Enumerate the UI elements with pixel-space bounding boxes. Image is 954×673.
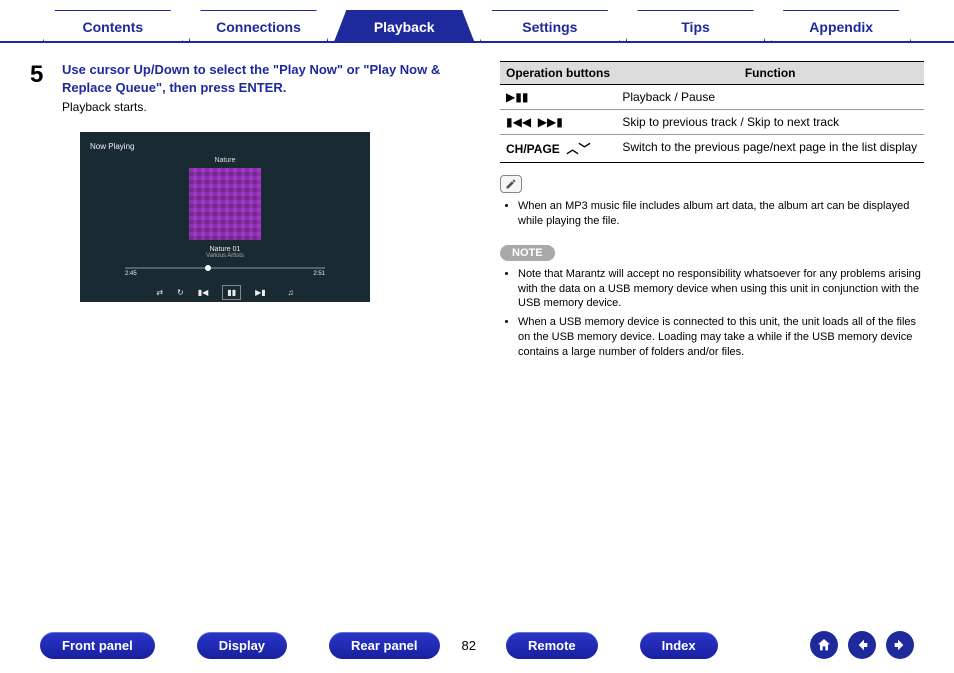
op-skip-cell: ▮◀◀ ▶▶▮ [500, 110, 616, 135]
play-pause-icon: ▶▮▮ [506, 90, 528, 104]
skip-prev-icon: ▮◀◀ [506, 115, 531, 129]
bottom-nav: Front panel Display Rear panel 82 Remote… [0, 631, 954, 659]
content-area: 5 Use cursor Up/Down to select the "Play… [0, 43, 954, 364]
tab-label: Tips [681, 19, 710, 35]
tab-label: Contents [83, 19, 144, 35]
step-number: 5 [30, 61, 52, 114]
table-header-row: Operation buttons Function [500, 62, 924, 85]
operation-table: Operation buttons Function ▶▮▮ Playback … [500, 61, 924, 163]
display-button[interactable]: Display [197, 632, 287, 659]
tab-tips[interactable]: Tips [626, 10, 766, 41]
note-list: Note that Marantz will accept no respons… [500, 267, 924, 360]
op-play-pause-cell: ▶▮▮ [500, 85, 616, 110]
step-text: Use cursor Up/Down to select the "Play N… [62, 61, 470, 114]
track-artist: Various Artists [90, 253, 360, 259]
info-item: When an MP3 music file includes album ar… [518, 199, 924, 229]
op-skip-func: Skip to previous track / Skip to next tr… [616, 110, 924, 135]
note-item: Note that Marantz will accept no respons… [518, 267, 924, 312]
time-row: 2:45 2:51 [125, 271, 325, 277]
pill-label: Index [662, 638, 696, 653]
shuffle-icon: ⇄ [156, 288, 163, 297]
next-icon: ▶▮ [255, 288, 266, 297]
chpage-label: CH/PAGE [506, 142, 560, 156]
tab-appendix[interactable]: Appendix [771, 10, 911, 41]
step-heading: Use cursor Up/Down to select the "Play N… [62, 61, 470, 96]
index-button[interactable]: Index [640, 632, 718, 659]
track-title: Nature 01 [90, 246, 360, 253]
repeat-icon: ↻ [177, 288, 184, 297]
pill-label: Display [219, 638, 265, 653]
table-row: ▮◀◀ ▶▶▮ Skip to previous track / Skip to… [500, 110, 924, 135]
tab-contents[interactable]: Contents [43, 10, 183, 41]
tab-label: Settings [522, 19, 577, 35]
info-list: When an MP3 music file includes album ar… [500, 199, 924, 229]
front-panel-button[interactable]: Front panel [40, 632, 155, 659]
note-item: When a USB memory device is connected to… [518, 315, 924, 360]
prev-icon: ▮◀ [198, 288, 209, 297]
step-block: 5 Use cursor Up/Down to select the "Play… [30, 61, 470, 114]
player-controls: ⇄ ↻ ▮◀ ▮▮ ▶▮ ♫ [90, 285, 360, 300]
chevron-up-down-icon: ︿﹀ [563, 142, 590, 156]
pause-icon: ▮▮ [222, 285, 241, 300]
top-tab-bar: Contents Connections Playback Settings T… [0, 0, 954, 43]
progress-bar [125, 267, 325, 269]
album-art [189, 168, 261, 240]
tab-label: Appendix [809, 19, 873, 35]
arrow-right-icon [892, 637, 908, 653]
op-chpage-cell: CH/PAGE ︿﹀ [500, 135, 616, 163]
player-screenshot: Now Playing Nature Nature 01 Various Art… [80, 132, 370, 302]
now-playing-header: Now Playing [90, 142, 360, 151]
home-button[interactable] [810, 631, 838, 659]
tab-settings[interactable]: Settings [480, 10, 620, 41]
page-number: 82 [462, 638, 476, 653]
pill-label: Front panel [62, 638, 133, 653]
pencil-icon [505, 178, 517, 190]
pill-label: Rear panel [351, 638, 417, 653]
home-icon [816, 637, 832, 653]
note-label: NOTE [500, 245, 555, 261]
tab-playback[interactable]: Playback [334, 10, 474, 41]
op-play-pause-func: Playback / Pause [616, 85, 924, 110]
tip-badge [500, 175, 522, 193]
step-subtext: Playback starts. [62, 100, 470, 114]
arrow-left-icon [854, 637, 870, 653]
now-playing-category: Nature [90, 157, 360, 164]
op-chpage-func: Switch to the previous page/next page in… [616, 135, 924, 163]
time-total: 2:51 [313, 271, 325, 277]
nav-icon-group [810, 631, 914, 659]
tab-connections[interactable]: Connections [189, 10, 329, 41]
tab-label: Playback [374, 19, 435, 35]
right-column: Operation buttons Function ▶▮▮ Playback … [500, 61, 924, 364]
remote-button[interactable]: Remote [506, 632, 598, 659]
table-row: CH/PAGE ︿﹀ Switch to the previous page/n… [500, 135, 924, 163]
table-header-left: Operation buttons [500, 62, 616, 85]
skip-next-icon: ▶▶▮ [538, 115, 563, 129]
tab-label: Connections [216, 19, 301, 35]
prev-page-button[interactable] [848, 631, 876, 659]
queue-icon: ♫ [288, 288, 294, 297]
left-column: 5 Use cursor Up/Down to select the "Play… [30, 61, 470, 364]
table-row: ▶▮▮ Playback / Pause [500, 85, 924, 110]
next-page-button[interactable] [886, 631, 914, 659]
pill-label: Remote [528, 638, 576, 653]
time-elapsed: 2:45 [125, 271, 137, 277]
table-header-right: Function [616, 62, 924, 85]
rear-panel-button[interactable]: Rear panel [329, 632, 439, 659]
